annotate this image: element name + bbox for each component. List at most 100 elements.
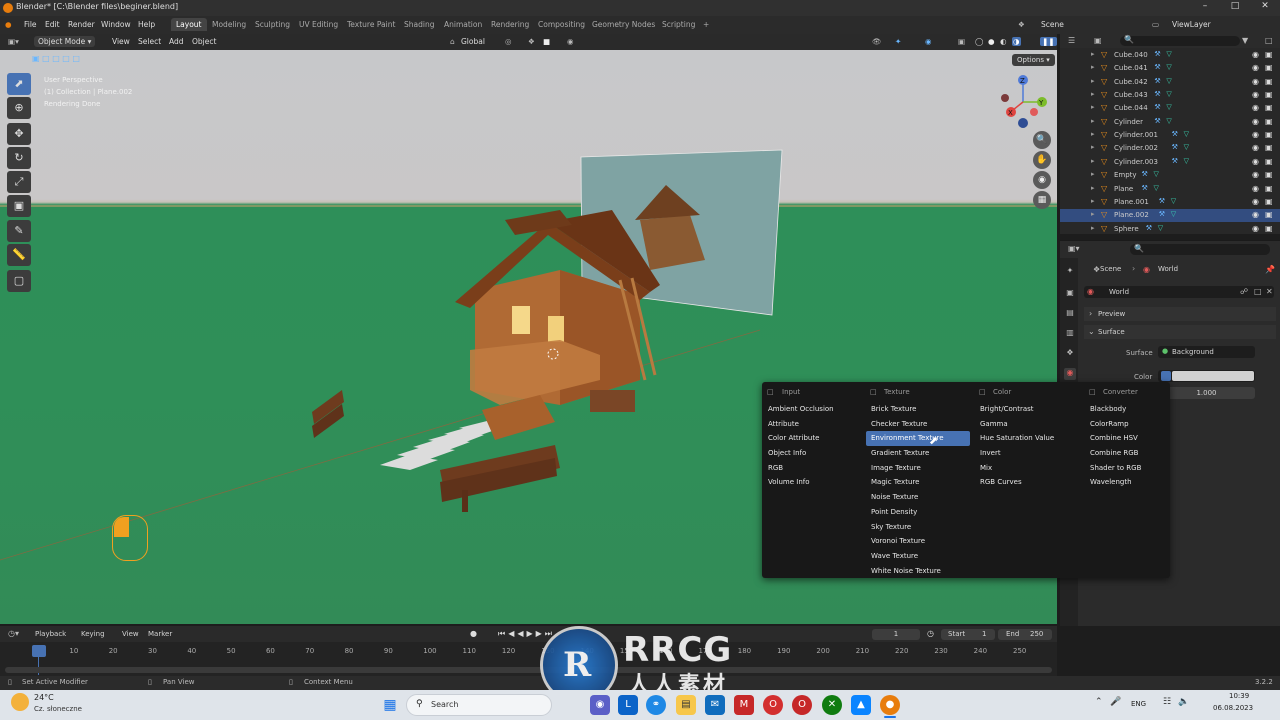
menu-file[interactable]: File: [24, 20, 37, 29]
render-camera-icon[interactable]: ▣: [1265, 170, 1273, 179]
eye-icon[interactable]: ◉: [1252, 224, 1259, 233]
mesh-data-icon[interactable]: ▽: [1166, 117, 1171, 125]
scene-tab-icon[interactable]: ❖: [1064, 348, 1076, 360]
menu-item[interactable]: Magic Texture: [866, 475, 970, 490]
expand-icon[interactable]: ▸: [1091, 197, 1095, 205]
menu-item[interactable]: Gradient Texture: [866, 446, 970, 461]
render-camera-icon[interactable]: ▣: [1265, 197, 1273, 206]
microphone-icon[interactable]: 🎤: [1110, 697, 1121, 707]
tab-scripting[interactable]: Scripting: [657, 18, 700, 31]
strength-field[interactable]: 1.000: [1158, 387, 1255, 399]
shading-solid-icon[interactable]: ●: [988, 37, 995, 46]
eye-icon[interactable]: ◉: [1252, 117, 1259, 126]
modifier-icon[interactable]: ⚒: [1154, 103, 1160, 111]
mesh-data-icon[interactable]: ▽: [1171, 197, 1176, 205]
annotate-tool-icon[interactable]: ✎: [7, 220, 31, 242]
viewport-pause-icon[interactable]: ❚❚: [1040, 37, 1057, 46]
expand-icon[interactable]: ▸: [1091, 157, 1095, 165]
preview-panel-header[interactable]: › Preview: [1084, 307, 1276, 321]
clock-time[interactable]: 10:39: [1229, 692, 1249, 700]
scene-selector[interactable]: Scene: [1041, 20, 1064, 29]
pan-hand-icon[interactable]: ✋: [1033, 151, 1051, 169]
maximize-button[interactable]: □: [1220, 1, 1250, 11]
timeline-menu-keying[interactable]: Keying: [81, 630, 105, 638]
menu-window[interactable]: Window: [101, 20, 131, 29]
menu-item[interactable]: Color Attribute: [763, 431, 867, 446]
menu-item[interactable]: Noise Texture: [866, 490, 970, 505]
outliner-row[interactable]: ▸ ▽ Sphere ⚒ ▽ ◉ ▣: [1060, 223, 1280, 236]
current-frame-field[interactable]: 1: [872, 629, 920, 640]
outliner-row[interactable]: ▸ ▽ Cylinder.001 ⚒ ▽ ◉ ▣: [1060, 129, 1280, 142]
mail-icon[interactable]: ✉: [705, 695, 725, 715]
mesh-data-icon[interactable]: ▽: [1166, 103, 1171, 111]
playhead[interactable]: [32, 645, 46, 657]
shading-rendered-icon[interactable]: ◑: [1012, 37, 1021, 46]
world-datablock-field[interactable]: ◉ World ☍ □ ✕: [1084, 286, 1274, 298]
menu-item[interactable]: Shader to RGB: [1085, 461, 1189, 476]
render-camera-icon[interactable]: ▣: [1265, 184, 1273, 193]
outliner-row[interactable]: ▸ ▽ Cube.040 ⚒ ▽ ◉ ▣: [1060, 49, 1280, 62]
timeline-menu-marker[interactable]: Marker: [148, 630, 172, 638]
start-frame-field[interactable]: Start 1: [941, 629, 995, 640]
menu-item[interactable]: Brick Texture: [866, 402, 970, 417]
expand-icon[interactable]: ▸: [1091, 103, 1095, 111]
expand-icon[interactable]: ▸: [1091, 77, 1095, 85]
viewport-menu-add[interactable]: Add: [169, 37, 184, 46]
eye-icon[interactable]: ◉: [1252, 210, 1259, 219]
expand-icon[interactable]: ▸: [1091, 143, 1095, 151]
timeline-menu-playback[interactable]: Playback: [35, 630, 66, 638]
teams-icon[interactable]: ◉: [590, 695, 610, 715]
menu-item[interactable]: Environment Texture: [866, 431, 970, 447]
properties-type-icon[interactable]: ▣▾: [1068, 244, 1080, 253]
mode-selector[interactable]: Object Mode ▾: [34, 36, 96, 47]
modifier-icon[interactable]: ⚒: [1154, 77, 1160, 85]
cursor-tool-icon[interactable]: ⊕: [7, 97, 31, 119]
mesh-data-icon[interactable]: ▽: [1184, 130, 1189, 138]
menu-item[interactable]: Hue Saturation Value: [975, 431, 1079, 446]
start-button-icon[interactable]: ▦: [380, 695, 400, 715]
modifier-icon[interactable]: ⚒: [1154, 117, 1160, 125]
eye-icon[interactable]: ◉: [1252, 157, 1259, 166]
tab-compositing[interactable]: Compositing: [533, 18, 590, 31]
viewport-menu-object[interactable]: Object: [192, 37, 216, 46]
opera-gx-icon[interactable]: O: [792, 695, 812, 715]
menu-item[interactable]: Attribute: [763, 417, 867, 432]
modifier-icon[interactable]: ⚒: [1154, 90, 1160, 98]
modifier-icon[interactable]: ⚒: [1142, 184, 1148, 192]
mcafee-icon[interactable]: M: [734, 695, 754, 715]
viewport-menu-view[interactable]: View: [112, 37, 130, 46]
mesh-data-icon[interactable]: ▽: [1158, 224, 1163, 232]
store-icon[interactable]: ▲: [851, 695, 871, 715]
breadcrumb-scene[interactable]: Scene: [1100, 265, 1121, 273]
modifier-icon[interactable]: ⚒: [1146, 224, 1152, 232]
transform-tool-icon[interactable]: ▣: [7, 195, 31, 217]
menu-item[interactable]: Wavelength: [1085, 475, 1189, 490]
snap-target-icon[interactable]: ■: [543, 37, 550, 46]
menu-item[interactable]: Point Density: [866, 505, 970, 520]
expand-icon[interactable]: ▸: [1091, 63, 1095, 71]
gizmo-icon[interactable]: ✦: [895, 37, 901, 46]
expand-icon[interactable]: ▸: [1091, 170, 1095, 178]
select-box-tool-icon[interactable]: ⬈: [7, 73, 31, 95]
eye-icon[interactable]: ◉: [1252, 170, 1259, 179]
options-dropdown[interactable]: Options ▾: [1012, 54, 1055, 66]
opera-icon[interactable]: O: [763, 695, 783, 715]
move-tool-icon[interactable]: ✥: [7, 123, 31, 145]
menu-item[interactable]: White Noise Texture: [866, 564, 970, 579]
menu-item[interactable]: Voronoi Texture: [866, 534, 970, 549]
menu-item[interactable]: Bright/Contrast: [975, 402, 1079, 417]
tab-modeling[interactable]: Modeling: [207, 18, 251, 31]
add-workspace-button[interactable]: +: [698, 18, 714, 31]
snap-icon[interactable]: ❖: [528, 37, 535, 46]
timeline-menu-view[interactable]: View: [122, 630, 139, 638]
render-camera-icon[interactable]: ▣: [1265, 77, 1273, 86]
menu-item[interactable]: Ambient Occlusion: [763, 402, 867, 417]
eye-icon[interactable]: ◉: [1252, 143, 1259, 152]
minimize-button[interactable]: –: [1190, 1, 1220, 11]
menu-item[interactable]: Invert: [975, 446, 1079, 461]
expand-icon[interactable]: ▸: [1091, 224, 1095, 232]
eye-icon[interactable]: ◉: [1252, 63, 1259, 72]
menu-item[interactable]: Checker Texture: [866, 417, 970, 432]
eye-icon[interactable]: ◉: [1252, 197, 1259, 206]
menu-item[interactable]: Wave Texture: [866, 549, 970, 564]
